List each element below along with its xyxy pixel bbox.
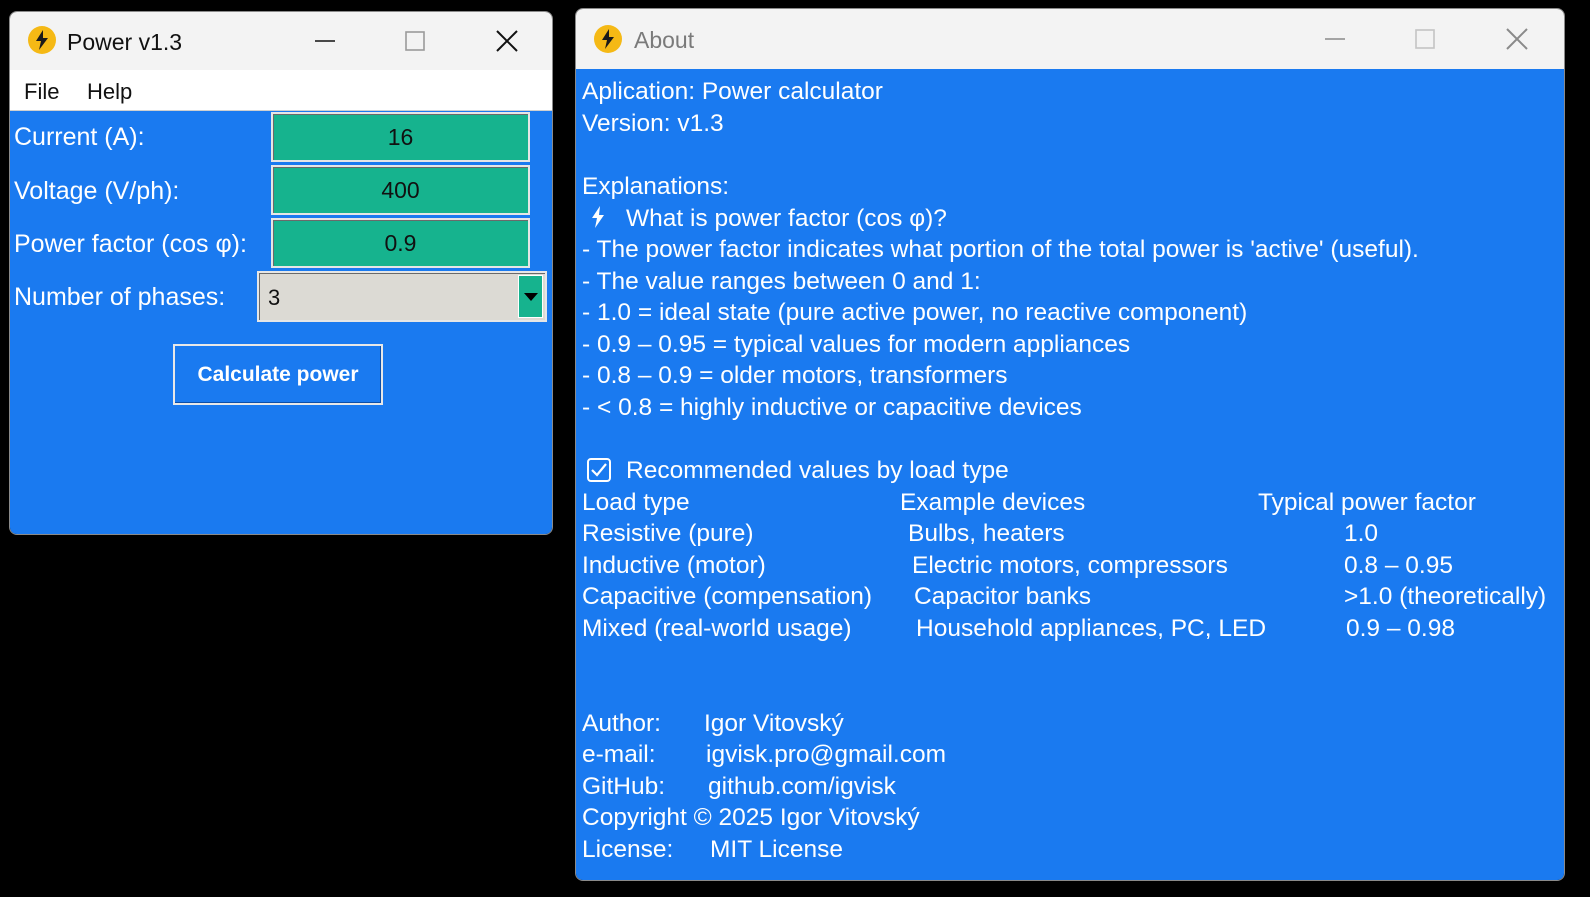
about-window-title: About: [634, 27, 695, 53]
copyright-line: Copyright © 2025 Igor Vitovský: [582, 804, 920, 831]
table-cell-power-factor: >1.0 (theoretically): [1344, 583, 1547, 610]
main-titlebar[interactable]: Power v1.3: [10, 12, 552, 70]
power-factor-label: Power factor (cos φ):: [14, 230, 247, 258]
minimize-icon: [1325, 38, 1345, 40]
recommended-values-heading: Recommended values by load type: [626, 457, 1009, 484]
menubar: File Help: [10, 70, 552, 111]
voltage-input[interactable]: 400: [271, 165, 530, 215]
table-cell-devices: Household appliances, PC, LED: [916, 615, 1267, 642]
github-value: github.com/igvisk: [708, 773, 896, 800]
license-value: MIT License: [710, 836, 843, 863]
table-cell-load-type: Capacitive (compensation): [582, 583, 873, 610]
menu-file[interactable]: File: [24, 79, 59, 105]
menu-help[interactable]: Help: [87, 79, 132, 105]
table-cell-load-type: Mixed (real-world usage): [582, 615, 852, 642]
table-cell-devices: Bulbs, heaters: [908, 520, 1065, 547]
voltage-label: Voltage (V/ph):: [14, 177, 180, 205]
checkbox-checked-icon: [587, 458, 611, 482]
explanation-line-5: - 0.8 – 0.9 = older motors, transformers: [582, 362, 1008, 389]
main-client-area: Current (A): 16 Voltage (V/ph): 400 Powe…: [10, 111, 552, 534]
email-label: e-mail:: [582, 741, 656, 768]
lightning-icon: [592, 206, 604, 228]
about-titlebar[interactable]: About: [576, 9, 1564, 69]
table-cell-load-type: Resistive (pure): [582, 520, 754, 547]
about-maximize-button[interactable]: [1380, 9, 1470, 69]
main-window: Power v1.3 File Help Current (A): 16 Vol…: [9, 11, 553, 535]
table-cell-power-factor: 1.0: [1344, 520, 1379, 547]
author-label: Author:: [582, 710, 661, 737]
minimize-button[interactable]: [280, 12, 370, 70]
minimize-icon: [315, 40, 335, 42]
lightning-icon: [28, 26, 56, 54]
table-header-power-factor: Typical power factor: [1258, 489, 1476, 516]
table-cell-devices: Electric motors, compressors: [912, 552, 1228, 579]
author-value: Igor Vitovský: [704, 710, 844, 737]
dropdown-arrow-icon[interactable]: [518, 275, 543, 318]
maximize-icon: [1415, 29, 1435, 49]
calculate-power-button[interactable]: Calculate power: [173, 344, 383, 405]
maximize-icon: [405, 31, 425, 51]
close-icon: [1506, 28, 1528, 50]
table-cell-power-factor: 0.8 – 0.95: [1344, 552, 1453, 579]
main-window-title: Power v1.3: [67, 29, 183, 55]
close-icon: [496, 30, 518, 52]
table-cell-power-factor: 0.9 – 0.98: [1346, 615, 1455, 642]
explanation-line-1: - The power factor indicates what portio…: [582, 236, 1419, 263]
explanations-heading: Explanations:: [582, 173, 730, 200]
phases-label: Number of phases:: [14, 283, 226, 311]
github-label: GitHub:: [582, 773, 666, 800]
about-minimize-button[interactable]: [1290, 9, 1380, 69]
explanation-line-3: - 1.0 = ideal state (pure active power, …: [582, 299, 1248, 326]
app-name-line: Aplication: Power calculator: [582, 78, 883, 105]
table-header-load-type: Load type: [582, 489, 690, 516]
license-label: License:: [582, 836, 674, 863]
table-cell-load-type: Inductive (motor): [582, 552, 766, 579]
about-window: About Aplication: Power calculator Versi…: [575, 8, 1565, 881]
lightning-icon: [594, 25, 622, 53]
close-button[interactable]: [462, 12, 552, 70]
explanation-line-2: - The value ranges between 0 and 1:: [582, 268, 981, 295]
explanation-line-4: - 0.9 – 0.95 = typical values for modern…: [582, 331, 1131, 358]
about-close-button[interactable]: [1472, 9, 1562, 69]
explanation-line-6: - < 0.8 = highly inductive or capacitive…: [582, 394, 1082, 421]
phases-value: 3: [268, 285, 281, 310]
current-label: Current (A):: [14, 123, 145, 151]
phases-select[interactable]: 3: [257, 271, 547, 322]
table-header-example-devices: Example devices: [900, 489, 1086, 516]
about-client-area: Aplication: Power calculator Version: v1…: [576, 69, 1564, 880]
table-cell-devices: Capacitor banks: [914, 583, 1092, 610]
current-input[interactable]: 16: [271, 112, 530, 162]
maximize-button[interactable]: [370, 12, 460, 70]
power-factor-question: What is power factor (cos φ)?: [626, 205, 947, 232]
email-value: igvisk.pro@gmail.com: [706, 741, 946, 768]
power-factor-input[interactable]: 0.9: [271, 218, 530, 268]
version-line: Version: v1.3: [582, 110, 724, 137]
